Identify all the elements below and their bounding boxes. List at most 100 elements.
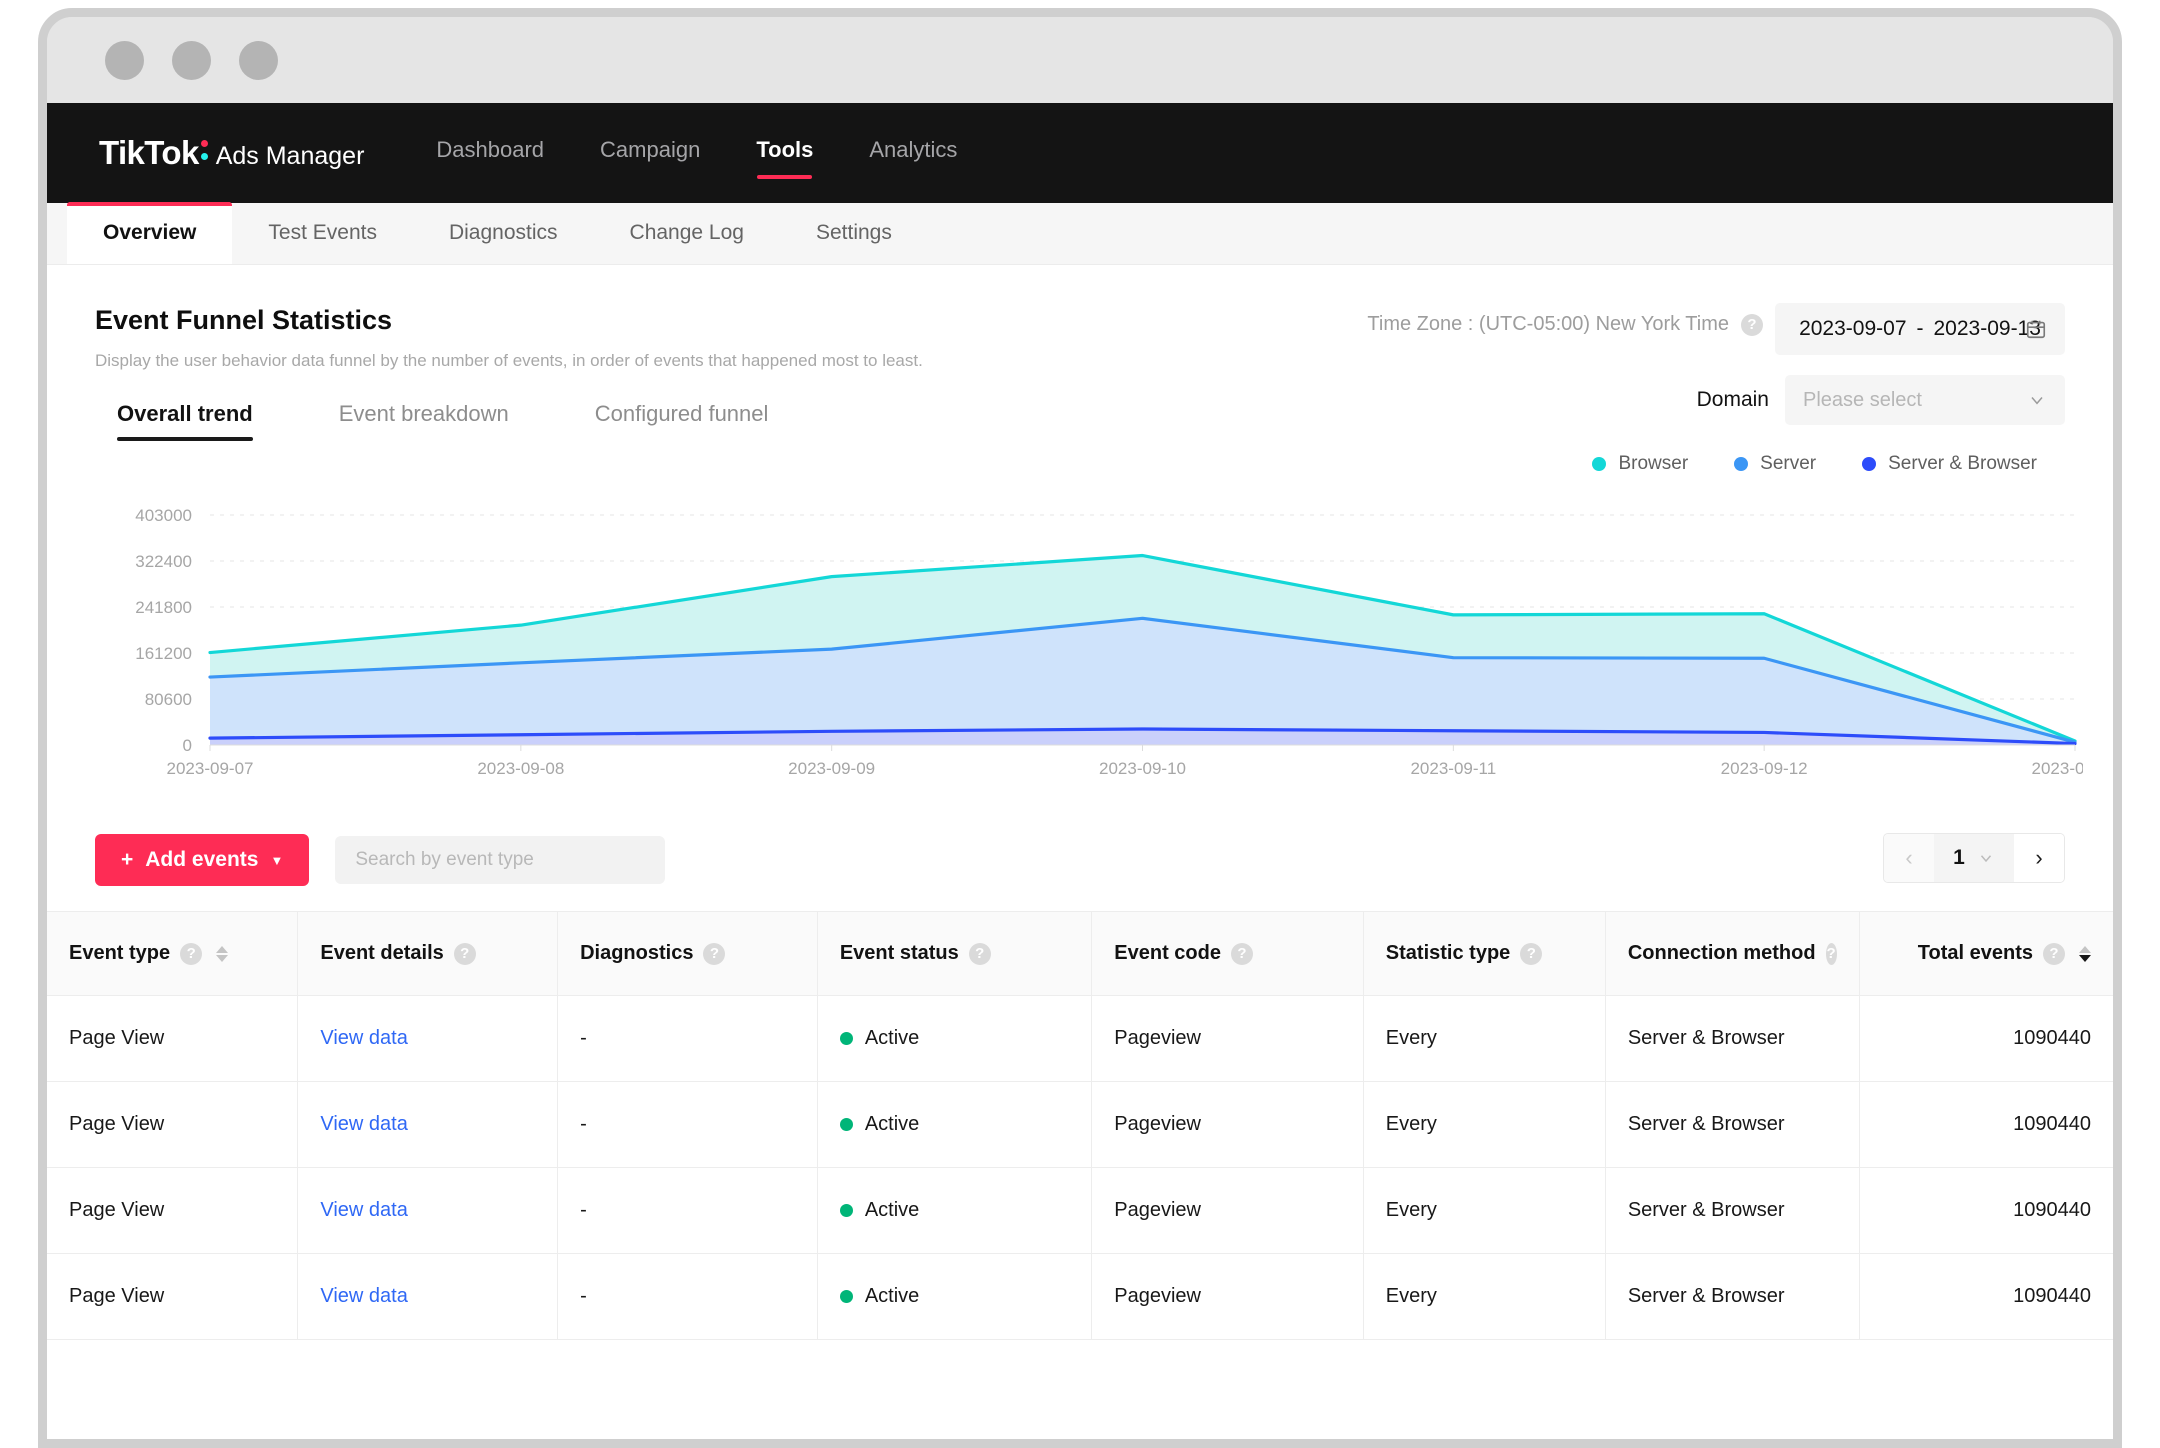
date-range-picker[interactable]: 2023-09-07 - 2023-09-13 (1775, 303, 2065, 355)
tiktok-ads-manager-logo[interactable]: TikTok Ads Manager (99, 134, 364, 172)
add-events-button[interactable]: + Add events ▼ (95, 834, 310, 886)
window-minimize-button[interactable] (172, 40, 211, 80)
sort-toggle-icon[interactable] (216, 945, 229, 962)
cell-event-status: Active (817, 1253, 1093, 1340)
legend-label: Server (1760, 453, 1817, 474)
column-header-diagnostics[interactable]: Diagnostics ? (557, 911, 818, 996)
pagination-next-button[interactable]: › (2014, 834, 2064, 882)
table-header-row: Event type ? Event details ? Diagnostics… (47, 911, 2113, 996)
nav-item-analytics[interactable]: Analytics (869, 137, 957, 169)
column-label: Statistic type (1385, 942, 1511, 964)
window-titlebar (47, 17, 2113, 103)
help-icon[interactable]: ? (968, 942, 991, 965)
page-tab-bar: Overview Test Events Diagnostics Change … (47, 202, 2113, 265)
status-label: Active (864, 1027, 920, 1049)
view-data-link[interactable]: View data (320, 1027, 407, 1049)
column-header-event-type[interactable]: Event type ? (47, 911, 299, 996)
status-badge-dot (839, 1290, 853, 1303)
tab-test-events[interactable]: Test Events (232, 202, 413, 264)
column-header-statistic-type[interactable]: Statistic type ? (1363, 911, 1606, 996)
add-events-label: Add events (145, 848, 259, 871)
tab-overview[interactable]: Overview (67, 202, 233, 264)
legend-label: Server & Browser (1888, 453, 2037, 474)
tab-change-log[interactable]: Change Log (594, 202, 780, 264)
help-icon[interactable]: ? (703, 942, 726, 965)
table-row: Page View View data - Active Pageview Every Se… (47, 995, 2113, 1082)
cell-connection-method: Server & Browser (1605, 1167, 1860, 1254)
cell-event-status: Active (817, 1167, 1093, 1254)
legend-item-server[interactable]: Server (1734, 453, 1816, 475)
help-icon[interactable]: ? (1520, 942, 1543, 965)
table-row: Page View View data - Active Pageview Every Se… (47, 1081, 2113, 1168)
tiktok-wordmark: TikTok (99, 134, 199, 171)
cell-statistic-type: Every (1363, 1253, 1606, 1340)
view-data-link[interactable]: View data (320, 1113, 407, 1135)
calendar-icon (2026, 320, 2046, 339)
pagination-page-select[interactable]: 1 (1934, 834, 2014, 882)
column-header-total-events[interactable]: Total events ? (1859, 911, 2113, 996)
nav-item-dashboard[interactable]: Dashboard (436, 137, 544, 169)
page-title: Event Funnel Statistics (95, 305, 393, 335)
cell-connection-method: Server & Browser (1605, 995, 1860, 1082)
chevron-down-icon: ▼ (270, 852, 284, 868)
table-header: Event type ? Event details ? Diagnostics… (47, 911, 2113, 996)
subtab-configured-funnel[interactable]: Configured funnel (595, 401, 809, 441)
view-data-link[interactable]: View data (320, 1285, 407, 1307)
window-maximize-button[interactable] (239, 40, 278, 80)
help-icon[interactable]: ? (453, 942, 476, 965)
view-data-link[interactable]: View data (320, 1199, 407, 1221)
svg-text:2023-09-13: 2023-09-13 (2032, 759, 2083, 778)
cell-event-code: Pageview (1091, 1081, 1364, 1168)
help-icon[interactable]: ? (1230, 942, 1253, 965)
help-icon[interactable]: ? (180, 942, 203, 965)
date-range-separator: - (1916, 317, 1924, 340)
subtab-overall-trend[interactable]: Overall trend (117, 401, 293, 441)
sort-toggle-icon[interactable] (2079, 945, 2091, 962)
search-input[interactable] (335, 836, 666, 884)
cell-diagnostics: - (557, 1167, 818, 1254)
pagination-page-number: 1 (1953, 846, 1965, 869)
nav-item-campaign[interactable]: Campaign (600, 137, 700, 169)
cell-event-code: Pageview (1091, 995, 1364, 1082)
column-header-event-status[interactable]: Event status ? (817, 911, 1093, 996)
window-close-button[interactable] (105, 40, 144, 80)
legend-color-swatch (1862, 457, 1877, 471)
help-icon[interactable]: ? (2043, 942, 2065, 965)
pagination-prev-button[interactable]: ‹ (1884, 834, 1934, 882)
date-range-start: 2023-09-07 (1799, 317, 1907, 340)
brand-subtitle: Ads Manager (215, 142, 365, 170)
status-label: Active (864, 1285, 920, 1307)
column-label: Connection method (1627, 942, 1816, 964)
table-body: Page View View data - Active Pageview Every Se… (47, 995, 2113, 1340)
event-funnel-area-chart: Browser Server Server & Browser 0 80600 16… (95, 453, 2083, 805)
tab-settings[interactable]: Settings (780, 202, 928, 264)
cell-total-events: 1090440 (1859, 1081, 2113, 1168)
domain-select[interactable]: Please select (1785, 375, 2065, 425)
cell-connection-method: Server & Browser (1605, 1081, 1860, 1168)
nav-item-tools[interactable]: Tools (756, 137, 813, 179)
column-header-event-code[interactable]: Event code ? (1091, 911, 1364, 996)
main-content: Event Funnel Statistics Display the user… (47, 265, 2113, 1439)
tab-diagnostics[interactable]: Diagnostics (413, 202, 594, 264)
column-header-event-details[interactable]: Event details ? (297, 911, 559, 996)
legend-item-browser[interactable]: Browser (1592, 453, 1688, 475)
status-badge-dot (839, 1204, 853, 1217)
help-icon[interactable]: ? (1741, 313, 1763, 336)
cell-event-type: Page View (47, 1081, 299, 1168)
column-header-connection-method[interactable]: Connection method ? (1605, 911, 1860, 996)
column-label: Event status (839, 942, 959, 964)
legend-item-server-and-browser[interactable]: Server & Browser (1862, 453, 2037, 475)
svg-text:403000: 403000 (135, 506, 192, 525)
domain-select-value: Please select (1803, 388, 1922, 411)
chevron-down-icon (1980, 855, 1991, 863)
subtab-event-breakdown[interactable]: Event breakdown (339, 401, 549, 441)
table-row: Page View View data - Active Pageview Every Se… (47, 1253, 2113, 1340)
help-icon[interactable]: ? (1825, 942, 1837, 965)
cell-event-details: View data (297, 1081, 559, 1168)
table-row: Page View View data - Active Pageview Every Se… (47, 1167, 2113, 1254)
events-table: Event type ? Event details ? Diagnostics… (47, 911, 2113, 1340)
status-badge-dot (839, 1118, 853, 1131)
cell-total-events: 1090440 (1859, 1253, 2113, 1340)
svg-text:2023-09-12: 2023-09-12 (1721, 759, 1808, 778)
cell-statistic-type: Every (1363, 1081, 1606, 1168)
